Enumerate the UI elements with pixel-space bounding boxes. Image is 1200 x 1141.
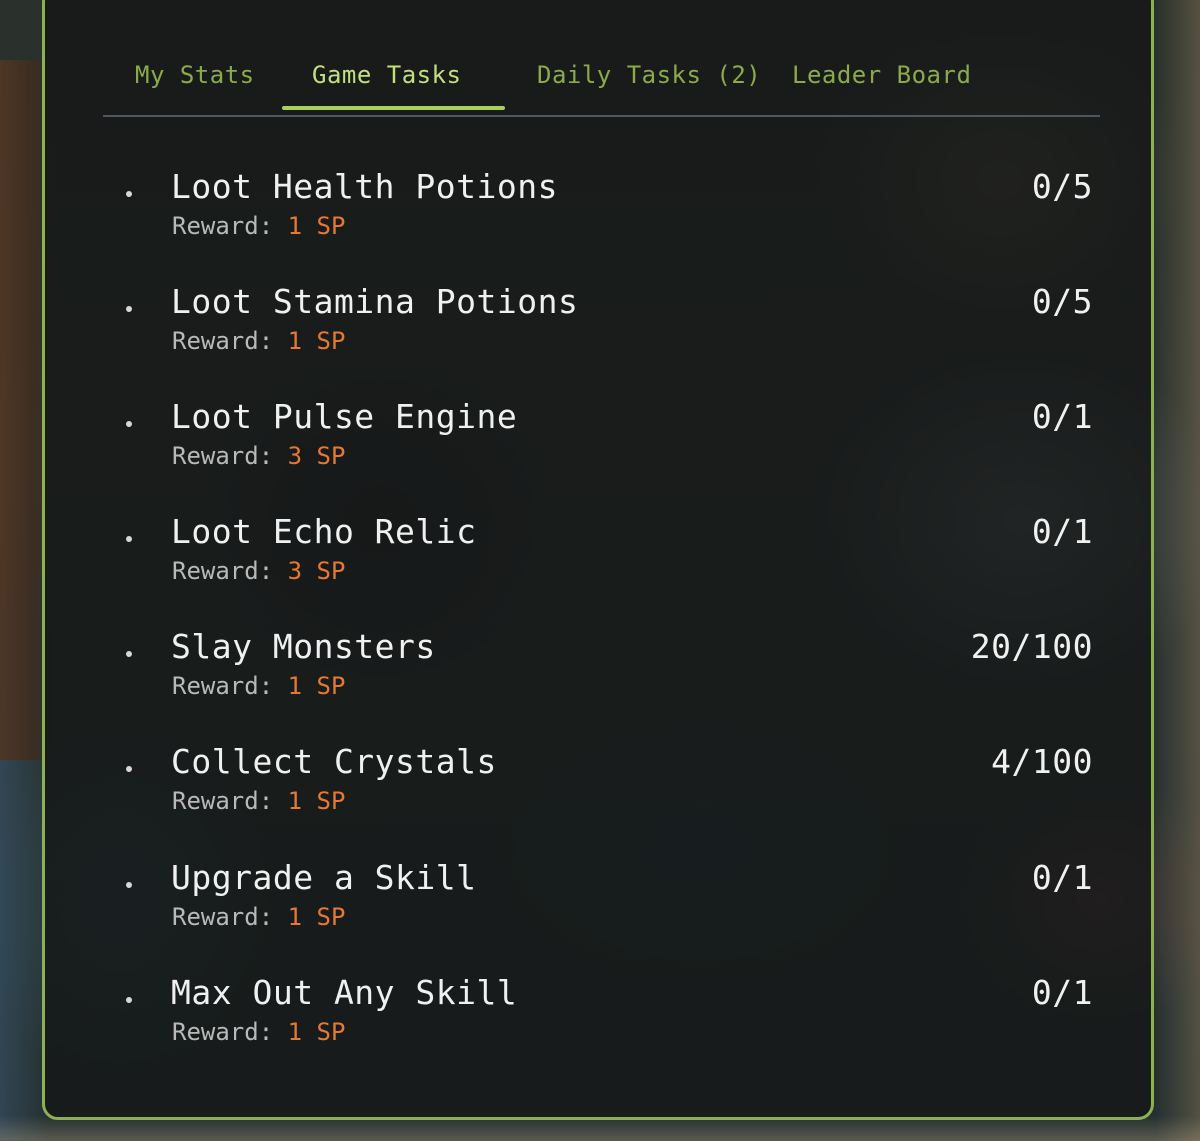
background-right-edge bbox=[1155, 0, 1200, 1141]
bullet-icon bbox=[126, 191, 132, 197]
bullet-icon bbox=[126, 882, 132, 888]
task-item: Loot Health Potions 0/5 Reward: 1 SP bbox=[45, 165, 1157, 265]
tab-bar: My Stats Game Tasks Daily Tasks (2) Lead… bbox=[103, 53, 1100, 117]
active-tab-indicator bbox=[282, 106, 505, 110]
reward-label: Reward: bbox=[172, 557, 274, 585]
task-reward: Reward: 1 SP bbox=[172, 211, 345, 241]
reward-label: Reward: bbox=[172, 1018, 274, 1046]
task-progress: 0/1 bbox=[1031, 973, 1093, 1012]
task-title: Loot Echo Relic bbox=[171, 512, 477, 551]
reward-value: 1 SP bbox=[287, 1018, 346, 1046]
task-reward: Reward: 1 SP bbox=[172, 671, 345, 701]
tab-daily-tasks[interactable]: Daily Tasks (2) bbox=[537, 53, 761, 115]
reward-value: 3 SP bbox=[287, 442, 346, 470]
task-title: Upgrade a Skill bbox=[171, 858, 477, 897]
reward-label: Reward: bbox=[172, 672, 274, 700]
reward-value: 1 SP bbox=[287, 787, 346, 815]
task-title: Loot Pulse Engine bbox=[171, 397, 518, 436]
task-title: Loot Health Potions bbox=[171, 167, 558, 206]
tab-my-stats[interactable]: My Stats bbox=[135, 53, 255, 115]
reward-value: 1 SP bbox=[287, 672, 346, 700]
task-progress: 0/5 bbox=[1031, 282, 1093, 321]
tab-leader-board[interactable]: Leader Board bbox=[792, 53, 971, 115]
task-reward: Reward: 1 SP bbox=[172, 786, 345, 816]
task-progress: 0/5 bbox=[1031, 167, 1093, 206]
bullet-icon bbox=[126, 421, 132, 427]
task-item: Upgrade a Skill 0/1 Reward: 1 SP bbox=[45, 856, 1157, 956]
reward-label: Reward: bbox=[172, 787, 274, 815]
task-title: Max Out Any Skill bbox=[171, 973, 518, 1012]
reward-label: Reward: bbox=[172, 212, 274, 240]
reward-value: 1 SP bbox=[287, 212, 346, 240]
task-title: Collect Crystals bbox=[171, 742, 497, 781]
reward-value: 1 SP bbox=[287, 327, 346, 355]
bullet-icon bbox=[126, 766, 132, 772]
task-reward: Reward: 1 SP bbox=[172, 902, 345, 932]
bullet-icon bbox=[126, 651, 132, 657]
bullet-icon bbox=[126, 997, 132, 1003]
task-reward: Reward: 1 SP bbox=[172, 326, 345, 356]
task-item: Max Out Any Skill 0/1 Reward: 1 SP bbox=[45, 971, 1157, 1071]
task-reward: Reward: 1 SP bbox=[172, 1017, 345, 1047]
task-item: Slay Monsters 20/100 Reward: 1 SP bbox=[45, 625, 1157, 725]
reward-label: Reward: bbox=[172, 327, 274, 355]
task-item: Collect Crystals 4/100 Reward: 1 SP bbox=[45, 740, 1157, 840]
task-progress: 4/100 bbox=[991, 742, 1093, 781]
reward-label: Reward: bbox=[172, 442, 274, 470]
task-progress: 20/100 bbox=[970, 627, 1093, 666]
task-reward: Reward: 3 SP bbox=[172, 556, 345, 586]
bullet-icon bbox=[126, 536, 132, 542]
reward-value: 3 SP bbox=[287, 557, 346, 585]
task-title: Slay Monsters bbox=[171, 627, 436, 666]
task-title: Loot Stamina Potions bbox=[171, 282, 579, 321]
task-progress: 0/1 bbox=[1031, 858, 1093, 897]
tasks-panel: My Stats Game Tasks Daily Tasks (2) Lead… bbox=[42, 0, 1154, 1120]
task-progress: 0/1 bbox=[1031, 397, 1093, 436]
reward-value: 1 SP bbox=[287, 903, 346, 931]
task-item: Loot Echo Relic 0/1 Reward: 3 SP bbox=[45, 510, 1157, 610]
task-progress: 0/1 bbox=[1031, 512, 1093, 551]
bullet-icon bbox=[126, 306, 132, 312]
reward-label: Reward: bbox=[172, 903, 274, 931]
task-reward: Reward: 3 SP bbox=[172, 441, 345, 471]
task-item: Loot Pulse Engine 0/1 Reward: 3 SP bbox=[45, 395, 1157, 495]
task-item: Loot Stamina Potions 0/5 Reward: 1 SP bbox=[45, 280, 1157, 380]
